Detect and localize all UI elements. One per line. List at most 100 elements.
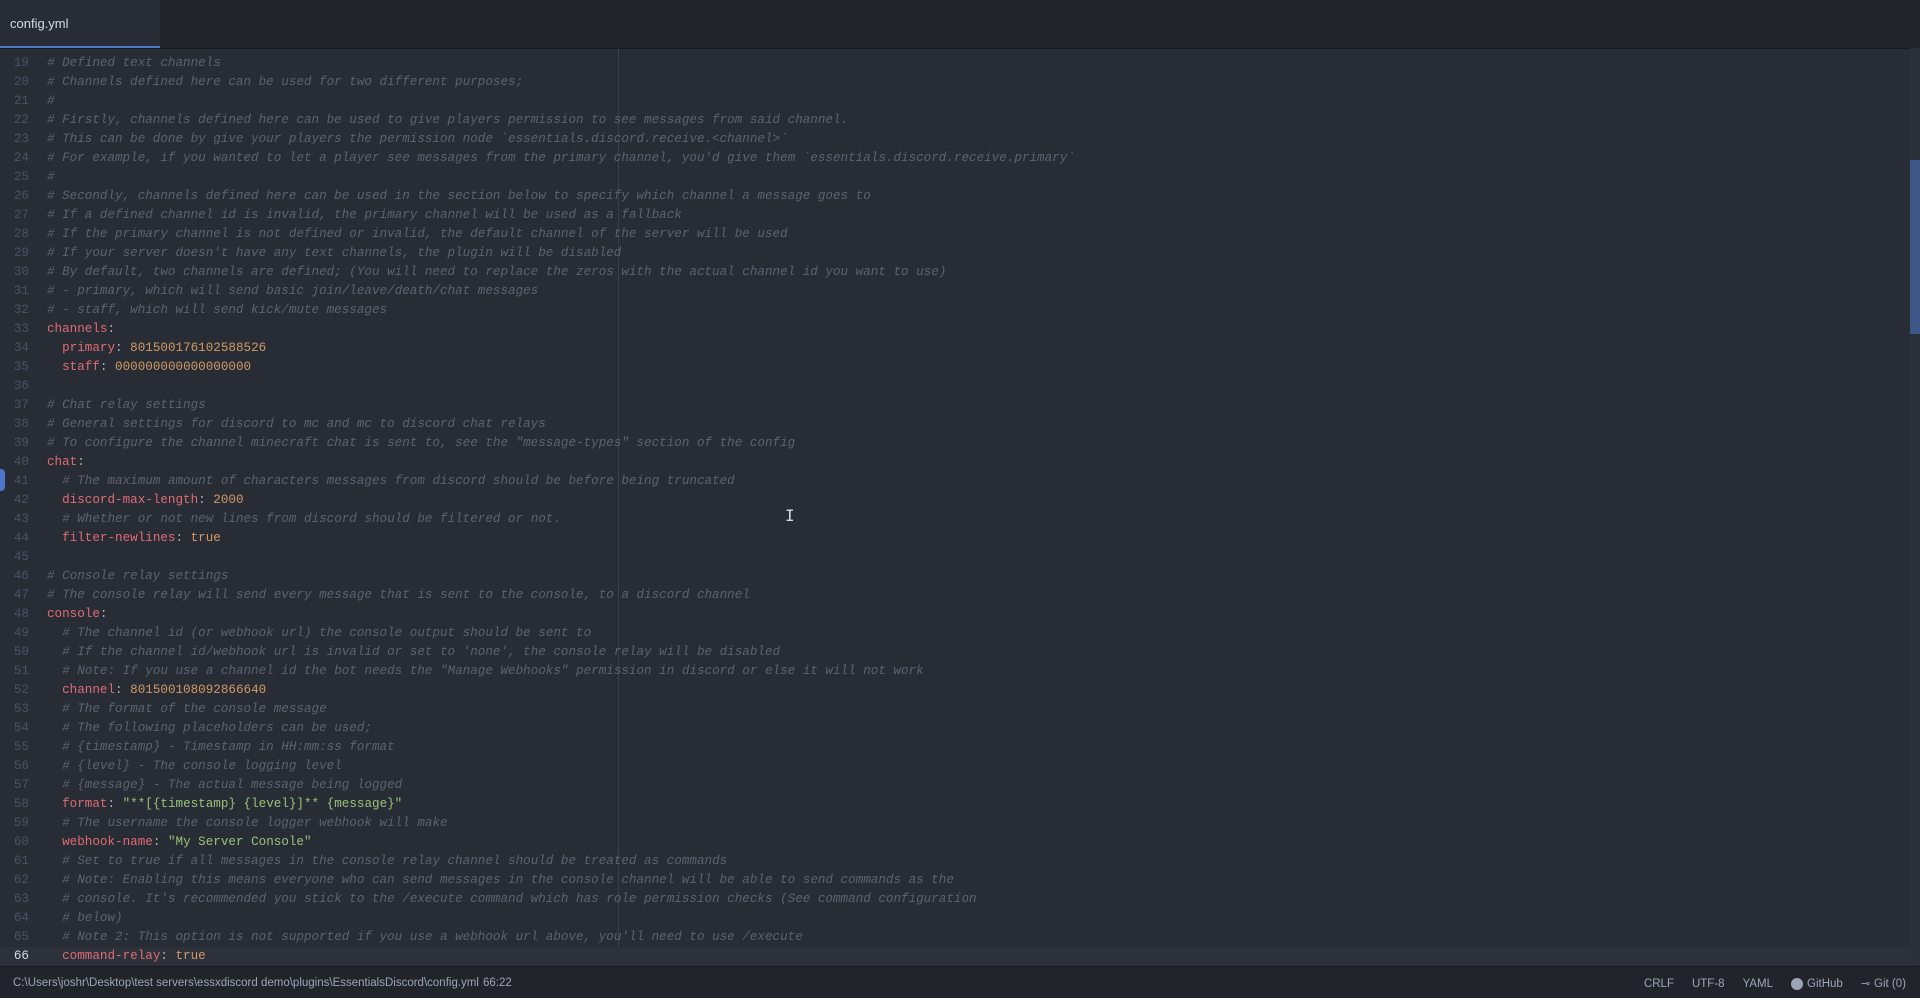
code-editor[interactable]: 19 # Defined text channels 20 # Channels de…: [0, 48, 1920, 966]
code-token: :: [99, 360, 116, 374]
line-content: # The username the console logger webhoo…: [47, 814, 447, 833]
line-number: 53: [13, 702, 29, 716]
line-content: # console. It's recommended you stick to…: [47, 890, 976, 909]
code-line[interactable]: 66 command-relay: true: [0, 947, 1910, 966]
code-line[interactable]: 29 # If your server doesn't have any text…: [0, 244, 1910, 263]
code-token: console: [47, 607, 100, 621]
line-content: # If the channel id/webhook url is inval…: [47, 643, 780, 662]
code-line[interactable]: 45: [0, 548, 1910, 567]
code-line[interactable]: 61 # Set to true if all messages in the …: [0, 852, 1910, 871]
code-token: :: [107, 797, 123, 811]
line-number: 42: [13, 493, 29, 507]
code-line[interactable]: 35 staff: 000000000000000000: [0, 358, 1910, 377]
code-line[interactable]: 40 chat:: [0, 453, 1910, 472]
code-line[interactable]: 26 # Secondly, channels defined here can …: [0, 187, 1910, 206]
line-number: 36: [13, 379, 29, 393]
line-ending[interactable]: CRLF: [1644, 977, 1674, 990]
tab-config-yml[interactable]: config.yml: [0, 0, 160, 48]
code-token: # Secondly, channels defined here can be…: [47, 189, 871, 203]
code-line[interactable]: 50 # If the channel id/webhook url is in…: [0, 643, 1910, 662]
code-line[interactable]: 56 # {level} - The console logging level: [0, 757, 1910, 776]
code-token: # - staff, which will send kick/mute mes…: [47, 303, 388, 317]
code-line[interactable]: 31 # - primary, which will send basic joi…: [0, 282, 1910, 301]
code-token: # If the channel id/webhook url is inval…: [62, 645, 781, 659]
code-line[interactable]: 49 # The channel id (or webhook url) the…: [0, 624, 1910, 643]
code-line[interactable]: 54 # The following placeholders can be u…: [0, 719, 1910, 738]
code-line[interactable]: 43 # Whether or not new lines from disco…: [0, 510, 1910, 529]
code-line[interactable]: 47 # The console relay will send every me…: [0, 586, 1910, 605]
code-line[interactable]: 33 channels:: [0, 320, 1910, 339]
code-line[interactable]: 20 # Channels defined here can be used fo…: [0, 73, 1910, 92]
code-line[interactable]: 63 # console. It's recommended you stick…: [0, 890, 1910, 909]
code-token: :: [198, 493, 214, 507]
code-line[interactable]: 24 # For example, if you wanted to let a …: [0, 149, 1910, 168]
code-token: true: [190, 531, 221, 545]
encoding[interactable]: UTF-8: [1692, 977, 1725, 990]
code-line[interactable]: 25 #: [0, 168, 1910, 187]
code-line[interactable]: 38 # General settings for discord to mc a…: [0, 415, 1910, 434]
line-number: 60: [13, 835, 29, 849]
code-line[interactable]: 21 #: [0, 92, 1910, 111]
code-line[interactable]: 51 # Note: If you use a channel id the b…: [0, 662, 1910, 681]
code-token: #: [47, 94, 55, 108]
code-line[interactable]: 37 # Chat relay settings: [0, 396, 1910, 415]
github-button[interactable]: GitHub: [1791, 977, 1843, 990]
code-line[interactable]: 64 # below): [0, 909, 1910, 928]
code-line[interactable]: 65 # Note 2: This option is not supporte…: [0, 928, 1910, 947]
code-token: # Note: If you use a channel id the bot …: [62, 664, 924, 678]
code-line[interactable]: 41 # The maximum amount of characters me…: [0, 472, 1910, 491]
code-line[interactable]: 57 # {message} - The actual message bein…: [0, 776, 1910, 795]
code-token: 801500108092866640: [130, 683, 267, 697]
code-line[interactable]: 62 # Note: Enabling this means everyone …: [0, 871, 1910, 890]
line-content: # {level} - The console logging level: [47, 757, 342, 776]
fold-marker: [0, 469, 5, 491]
code-line[interactable]: 23 # This can be done by give your player…: [0, 130, 1910, 149]
code-line[interactable]: 32 # - staff, which will send kick/mute m…: [0, 301, 1910, 320]
code-token: :: [115, 683, 131, 697]
code-line[interactable]: 48 console:: [0, 605, 1910, 624]
code-line[interactable]: 22 # Firstly, channels defined here can b…: [0, 111, 1910, 130]
line-content: # The channel id (or webhook url) the co…: [47, 624, 591, 643]
code-line[interactable]: 39 # To configure the channel minecraft c…: [0, 434, 1910, 453]
code-line[interactable]: 34 primary: 801500176102588526: [0, 339, 1910, 358]
line-content: # Note: Enabling this means everyone who…: [47, 871, 954, 890]
github-icon: [1791, 977, 1804, 990]
code-line[interactable]: 59 # The username the console logger web…: [0, 814, 1910, 833]
line-number: 21: [13, 94, 29, 108]
scrollbar-thumb[interactable]: [1910, 160, 1920, 334]
status-right: CRLF UTF-8 YAML GitHub ⊸ Git (0): [1644, 977, 1906, 990]
code-line[interactable]: 52 channel: 801500108092866640: [0, 681, 1910, 700]
code-line[interactable]: 19 # Defined text channels: [0, 54, 1910, 73]
code-line[interactable]: 60 webhook-name: "My Server Console": [0, 833, 1910, 852]
code-line[interactable]: 30 # By default, two channels are defined…: [0, 263, 1910, 282]
line-content: # For example, if you wanted to let a pl…: [47, 149, 1075, 168]
line-content: filter-newlines: true: [47, 529, 221, 548]
code-line[interactable]: 55 # {timestamp} - Timestamp in HH:mm:ss…: [0, 738, 1910, 757]
line-content: chat:: [47, 453, 85, 472]
grammar[interactable]: YAML: [1743, 977, 1773, 990]
code-line[interactable]: 28 # If the primary channel is not define…: [0, 225, 1910, 244]
code-line[interactable]: 53 # The format of the console message: [0, 700, 1910, 719]
line-content: #: [47, 92, 55, 111]
line-content: # Console relay settings: [47, 567, 228, 586]
code-line[interactable]: 27 # If a defined channel id is invalid, …: [0, 206, 1910, 225]
line-number: 38: [13, 417, 29, 431]
cursor-position[interactable]: 66:22: [483, 977, 512, 989]
git-button[interactable]: ⊸ Git (0): [1861, 977, 1906, 990]
code-line[interactable]: 58 format: "**[{timestamp} {level}]** {m…: [0, 795, 1910, 814]
code-line[interactable]: 36: [0, 377, 1910, 396]
code-token: # Note 2: This option is not supported i…: [62, 930, 803, 944]
code-token: command-relay: [62, 949, 161, 963]
code-token: # {timestamp} - Timestamp in HH:mm:ss fo…: [62, 740, 395, 754]
code-token: discord-max-length: [62, 493, 199, 507]
line-content: # Whether or not new lines from discord …: [47, 510, 561, 529]
code-line[interactable]: 46 # Console relay settings: [0, 567, 1910, 586]
file-path[interactable]: C:\Users\joshr\Desktop\test servers\essx…: [13, 977, 479, 989]
code-line[interactable]: 42 discord-max-length: 2000: [0, 491, 1910, 510]
line-content: primary: 801500176102588526: [47, 339, 266, 358]
code-token: chat: [47, 455, 78, 469]
code-line[interactable]: 44 filter-newlines: true: [0, 529, 1910, 548]
